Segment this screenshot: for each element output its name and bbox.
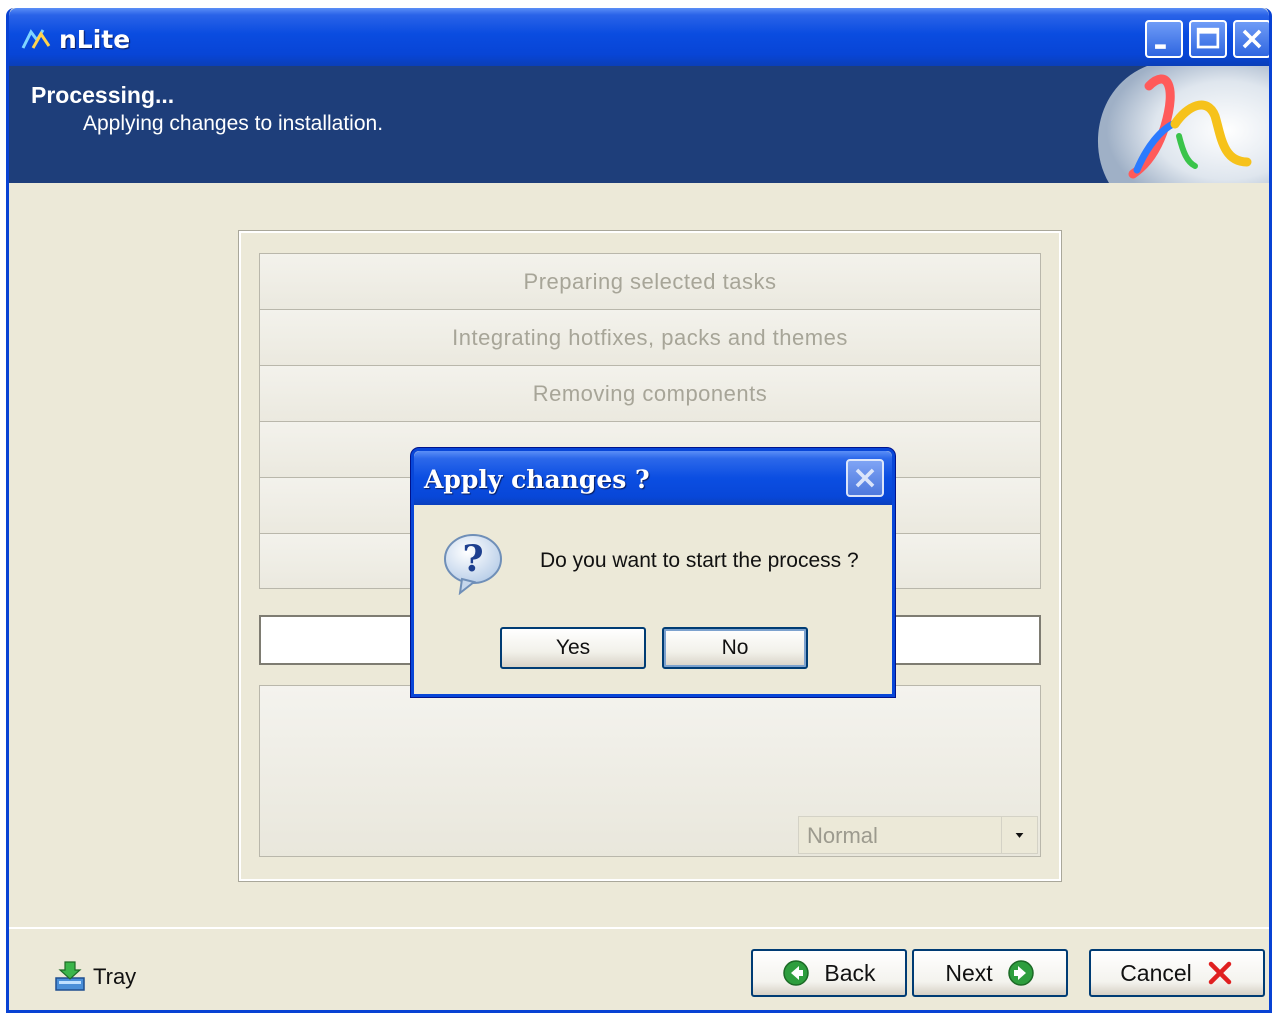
- svg-text:?: ?: [462, 538, 483, 580]
- next-button[interactable]: Next: [912, 949, 1068, 997]
- tray-button[interactable]: Tray: [53, 959, 136, 995]
- apply-changes-dialog: Apply changes ? ? Do you want to start t…: [411, 448, 895, 697]
- cancel-x-icon: [1208, 961, 1232, 985]
- log-area: Normal: [259, 685, 1041, 857]
- task-row: Removing components: [259, 365, 1041, 421]
- dialog-message: Do you want to start the process ?: [540, 549, 859, 572]
- dialog-title-bar[interactable]: Apply changes ?: [414, 451, 892, 505]
- wizard-footer: Tray Back Next Cancel: [9, 927, 1269, 1010]
- maximize-button[interactable]: [1189, 20, 1227, 58]
- arrow-left-icon: [783, 960, 810, 986]
- next-label: Next: [945, 959, 993, 986]
- yes-button[interactable]: Yes: [500, 627, 646, 669]
- tray-label: Tray: [93, 964, 137, 989]
- task-row: Preparing selected tasks: [259, 253, 1041, 309]
- back-button[interactable]: Back: [751, 949, 907, 997]
- close-icon: [855, 468, 875, 488]
- priority-selected-value: Normal: [807, 823, 878, 848]
- dialog-title: Apply changes ?: [424, 465, 650, 494]
- minimize-icon: [1155, 44, 1166, 49]
- wizard-header: Processing... Applying changes to instal…: [9, 66, 1269, 183]
- no-button[interactable]: No: [662, 627, 808, 669]
- priority-dropdown[interactable]: Normal: [798, 816, 1038, 854]
- title-bar[interactable]: nLite: [9, 8, 1269, 66]
- back-label: Back: [824, 959, 876, 986]
- nlite-logo: [1097, 66, 1269, 183]
- question-icon: ?: [444, 534, 502, 595]
- page-subtitle: Applying changes to installation.: [83, 112, 384, 135]
- maximize-icon: [1196, 27, 1220, 49]
- task-row: Integrating hotfixes, packs and themes: [259, 309, 1041, 365]
- chevron-down-icon[interactable]: [1001, 817, 1037, 853]
- page-title: Processing...: [31, 82, 175, 108]
- minimize-button[interactable]: [1145, 20, 1183, 58]
- cancel-label: Cancel: [1120, 959, 1192, 986]
- close-button[interactable]: [1233, 20, 1269, 58]
- cancel-button[interactable]: Cancel: [1089, 949, 1265, 997]
- dialog-close-button[interactable]: [846, 459, 884, 497]
- nlite-app-icon: [21, 29, 51, 49]
- close-icon: [1242, 29, 1262, 49]
- arrow-right-icon: [1007, 960, 1034, 986]
- window-title: nLite: [59, 25, 131, 54]
- tray-icon: [55, 961, 85, 991]
